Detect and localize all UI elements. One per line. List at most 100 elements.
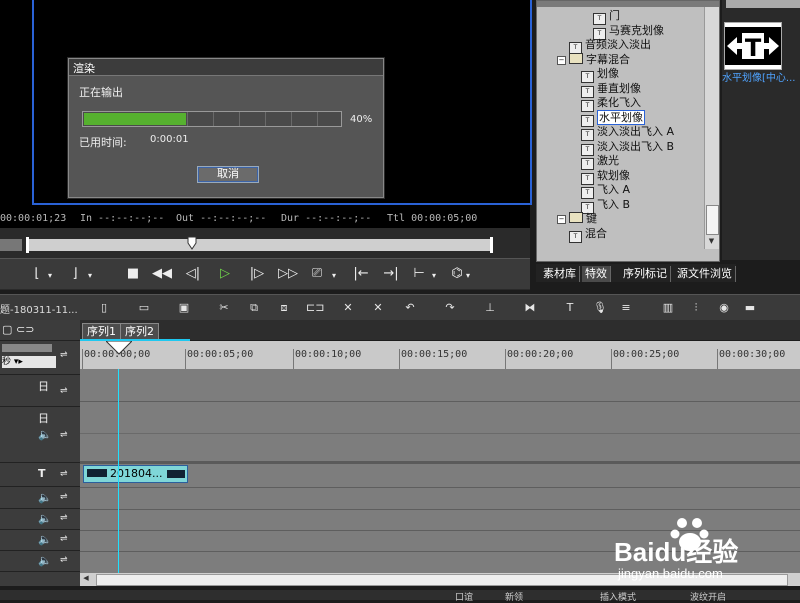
mixer-icon[interactable]: ▥ (660, 300, 676, 316)
sync-icon[interactable]: ⇌ (60, 430, 68, 440)
marker-dropdown-icon[interactable]: ▾ (466, 271, 474, 281)
title-icon[interactable]: T (562, 300, 578, 316)
track-tool-icon[interactable]: ▢ (2, 323, 12, 336)
track-video-audio[interactable]: 日 🔈 ⇌ (0, 406, 80, 463)
transition-icon[interactable]: ⧓ (522, 300, 538, 316)
goto-in-icon[interactable]: |← (352, 265, 370, 283)
settings-icon[interactable]: ⫶ (688, 300, 704, 316)
play-icon[interactable]: ▷ (216, 265, 234, 283)
rewind-icon[interactable]: ◀◀ (152, 265, 172, 283)
scroll-down-icon[interactable]: ▼ (706, 237, 717, 247)
sync-icon[interactable]: ⇌ (60, 534, 68, 544)
loop-icon[interactable]: ⎚ (308, 265, 326, 283)
link-track-icon[interactable]: ⊂⊃ (16, 323, 34, 336)
tree-item[interactable]: T 马赛克划像 (593, 24, 664, 40)
collapse-icon[interactable]: − (557, 55, 566, 65)
save-icon[interactable]: ▣ (176, 300, 192, 316)
tab-effects[interactable]: 特效 (582, 266, 611, 282)
marker-icon[interactable]: ⌬ (448, 265, 466, 283)
tree-item[interactable]: − 键 (557, 212, 597, 226)
tree-item[interactable]: T 划像 (581, 67, 619, 83)
scale-select[interactable]: 秒 ▾▸ (2, 356, 56, 368)
sync-icon[interactable]: ⇌ (60, 513, 68, 523)
zoom-slider[interactable] (2, 344, 52, 352)
paste-icon[interactable]: ⧈ (276, 300, 292, 316)
open-icon[interactable]: ▭ (136, 300, 152, 316)
match-frame-icon[interactable]: ⊢ (410, 265, 428, 283)
tree-item[interactable]: T 水平划像 (581, 109, 645, 127)
track-video-1[interactable]: 日 ⇌ (0, 374, 80, 407)
new-icon[interactable]: ▯ (96, 300, 112, 316)
speaker-icon[interactable]: 🔈 (38, 533, 52, 546)
speaker-icon[interactable]: 🔈 (38, 428, 52, 441)
track-audio-2[interactable]: 🔈 ⇌ (0, 509, 80, 530)
playhead-icon[interactable] (187, 236, 197, 250)
goto-out-icon[interactable]: →| (382, 265, 400, 283)
track-title[interactable]: T ⇌ (0, 462, 80, 487)
speaker-icon[interactable]: 🔈 (38, 512, 52, 525)
step-back-icon[interactable]: ◁| (184, 265, 202, 283)
scrub-track[interactable] (26, 239, 492, 251)
add-cut-icon[interactable]: ⊥ (482, 300, 498, 316)
link-icon[interactable]: ⊏⊐ (306, 300, 324, 316)
stop-icon[interactable]: ■ (124, 265, 142, 283)
tree-item[interactable]: T 激光 (581, 154, 619, 170)
audio-mixer-icon[interactable]: ≡ (618, 300, 634, 316)
set-in-dropdown-icon[interactable]: ▾ (48, 271, 56, 281)
tab-sequence-1[interactable]: 序列1 (82, 323, 121, 340)
set-in-icon[interactable]: ⌊ (28, 265, 46, 283)
microphone-icon[interactable]: 🎙 (592, 300, 608, 316)
dialog-titlebar[interactable]: 渲染 (69, 59, 383, 76)
copy-icon[interactable]: ⧉ (246, 300, 262, 316)
tab-bin[interactable]: 素材库 (540, 266, 580, 282)
step-forward-icon[interactable]: |▷ (248, 265, 266, 283)
delete-icon[interactable]: ✕ (340, 300, 356, 316)
color-icon[interactable]: ◉ (716, 300, 732, 316)
scrub-bar[interactable] (0, 236, 500, 254)
redo-icon[interactable]: ↷ (442, 300, 458, 316)
sync-icon[interactable]: ⇌ (60, 555, 68, 565)
tree-scroll-thumb[interactable] (706, 205, 719, 235)
set-out-icon[interactable]: ⌋ (66, 265, 84, 283)
tree-item[interactable]: T门 (593, 9, 620, 25)
tab-sequence-2[interactable]: 序列2 (120, 323, 159, 340)
fast-forward-icon[interactable]: ▷▷ (278, 265, 298, 283)
layout-icon[interactable]: ▬ (742, 300, 758, 316)
track-audio-1[interactable]: 🔈 ⇌ (0, 488, 80, 509)
tab-source-browser[interactable]: 源文件浏览 (674, 266, 736, 282)
effect-thumbnail[interactable]: T (724, 22, 782, 70)
sync-icon[interactable]: ⇌ (60, 469, 68, 479)
tree-item[interactable]: T 飞入 B (581, 198, 630, 214)
expand-icon[interactable]: ⇌ (60, 350, 68, 360)
sync-icon[interactable]: ⇌ (60, 386, 68, 396)
ripple-delete-icon[interactable]: ✕ (370, 300, 386, 316)
tree-item[interactable]: T 柔化飞入 (581, 96, 641, 112)
cut-icon[interactable]: ✂ (216, 300, 232, 316)
tree-item[interactable]: T 淡入淡出飞入 B (581, 140, 674, 156)
loop-dropdown-icon[interactable]: ▾ (332, 271, 340, 281)
set-out-dropdown-icon[interactable]: ▾ (88, 271, 96, 281)
speaker-icon[interactable]: 🔈 (38, 491, 52, 504)
tree-item[interactable]: T 混合 (569, 227, 607, 243)
timeline-playhead-icon[interactable] (106, 341, 132, 355)
sync-icon[interactable]: ⇌ (60, 492, 68, 502)
undo-icon[interactable]: ↶ (402, 300, 418, 316)
tree-item[interactable]: T 音频淡入淡出 (569, 38, 651, 54)
clip-end-handle[interactable] (167, 470, 185, 478)
tree-item[interactable]: T 软划像 (581, 169, 630, 185)
speaker-icon[interactable]: 🔈 (38, 554, 52, 567)
tree-scrollbar[interactable]: ▼ (704, 7, 719, 249)
scroll-left-icon[interactable]: ◀ (81, 574, 91, 584)
cancel-button[interactable]: 取消 (197, 166, 259, 183)
timeline-ruler[interactable]: 00:00:00;00 00:00:05;00 00:00:10;00 00:0… (80, 341, 800, 369)
tab-sequence-markers[interactable]: 序列标记 (620, 266, 671, 282)
clip-start-handle[interactable] (87, 469, 107, 477)
tree-item[interactable]: T 飞入 A (581, 183, 630, 199)
title-clip[interactable]: 201804... (83, 465, 188, 483)
track-audio-3[interactable]: 🔈 ⇌ (0, 530, 80, 551)
tree-item[interactable]: T 淡入淡出飞入 A (581, 125, 674, 141)
tree-item[interactable]: T 垂直划像 (581, 82, 641, 98)
match-dropdown-icon[interactable]: ▾ (432, 271, 440, 281)
collapse-icon[interactable]: − (557, 215, 566, 224)
track-audio-4[interactable]: 🔈 ⇌ (0, 551, 80, 572)
